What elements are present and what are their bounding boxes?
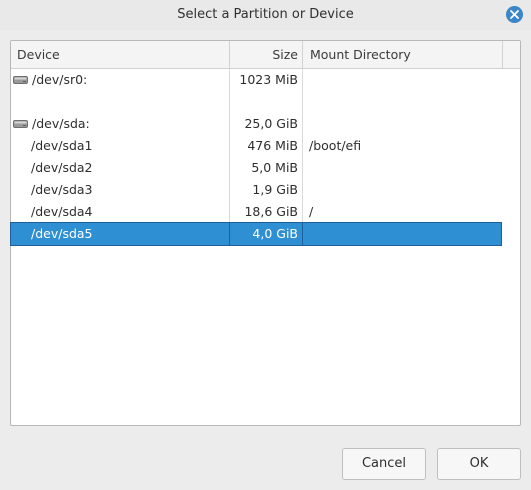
close-icon bbox=[510, 10, 519, 19]
partition-select-dialog: Select a Partition or Device Device Size… bbox=[0, 0, 531, 490]
list-row-sda4[interactable]: /dev/sda4 18,6 GiB / bbox=[11, 201, 501, 223]
cell-mount bbox=[303, 179, 501, 201]
cell-device: /dev/sr0: bbox=[11, 69, 230, 91]
cell-size: 25,0 GiB bbox=[230, 113, 303, 135]
device-name: /dev/sr0: bbox=[32, 72, 88, 87]
device-list[interactable]: Device Size Mount Directory /dev/sr0: 10… bbox=[10, 40, 521, 426]
cell-mount bbox=[303, 157, 501, 179]
cell-device: /dev/sda4 bbox=[11, 201, 230, 223]
cell-size: 1023 MiB bbox=[230, 69, 303, 91]
cell-mount: / bbox=[309, 204, 314, 219]
list-row-spacer bbox=[11, 91, 501, 113]
cell-size: 4,0 GiB bbox=[230, 223, 303, 245]
title-bar: Select a Partition or Device bbox=[0, 0, 531, 30]
cell-size: 476 MiB bbox=[230, 135, 303, 157]
cell-device bbox=[11, 91, 230, 113]
drive-icon bbox=[13, 76, 28, 84]
list-row-sda2[interactable]: /dev/sda2 5,0 MiB bbox=[11, 157, 501, 179]
cell-device: /dev/sda2 bbox=[11, 157, 230, 179]
list-row-sda3[interactable]: /dev/sda3 1,9 GiB bbox=[11, 179, 501, 201]
device-name: /dev/sda: bbox=[32, 116, 90, 131]
column-header-device[interactable]: Device bbox=[11, 41, 230, 68]
cell-mount: /boot/efi bbox=[309, 138, 362, 153]
cell-device: /dev/sda5 bbox=[11, 223, 230, 245]
column-header-size[interactable]: Size bbox=[230, 41, 303, 68]
cell-mount bbox=[303, 113, 501, 135]
dialog-title: Select a Partition or Device bbox=[177, 7, 354, 22]
cell-mount bbox=[303, 223, 501, 245]
device-name: /dev/sda3 bbox=[31, 182, 93, 197]
close-button[interactable] bbox=[506, 6, 523, 23]
cell-size: 18,6 GiB bbox=[230, 201, 303, 223]
cell-size: 1,9 GiB bbox=[230, 179, 303, 201]
cancel-button[interactable]: Cancel bbox=[342, 448, 426, 480]
device-name: /dev/sda4 bbox=[31, 204, 93, 219]
cell-device: /dev/sda: bbox=[11, 113, 230, 135]
device-name: /dev/sda5 bbox=[31, 226, 93, 241]
list-row-sr0[interactable]: /dev/sr0: 1023 MiB bbox=[11, 69, 501, 91]
ok-button[interactable]: OK bbox=[437, 448, 521, 480]
device-name: /dev/sda2 bbox=[31, 160, 93, 175]
cell-mount bbox=[303, 69, 501, 91]
drive-icon bbox=[13, 120, 28, 128]
column-header-mount[interactable]: Mount Directory bbox=[303, 41, 503, 68]
list-row-sda1[interactable]: /dev/sda1 476 MiB /boot/efi bbox=[11, 135, 501, 157]
cell-size bbox=[230, 91, 303, 113]
list-row-sda[interactable]: /dev/sda: 25,0 GiB bbox=[11, 113, 501, 135]
list-row-sda5[interactable]: /dev/sda5 4,0 GiB bbox=[10, 222, 502, 246]
cell-size: 5,0 MiB bbox=[230, 157, 303, 179]
device-name: /dev/sda1 bbox=[31, 138, 93, 153]
cell-device: /dev/sda1 bbox=[11, 135, 230, 157]
list-header: Device Size Mount Directory bbox=[11, 41, 520, 69]
cell-device: /dev/sda3 bbox=[11, 179, 230, 201]
